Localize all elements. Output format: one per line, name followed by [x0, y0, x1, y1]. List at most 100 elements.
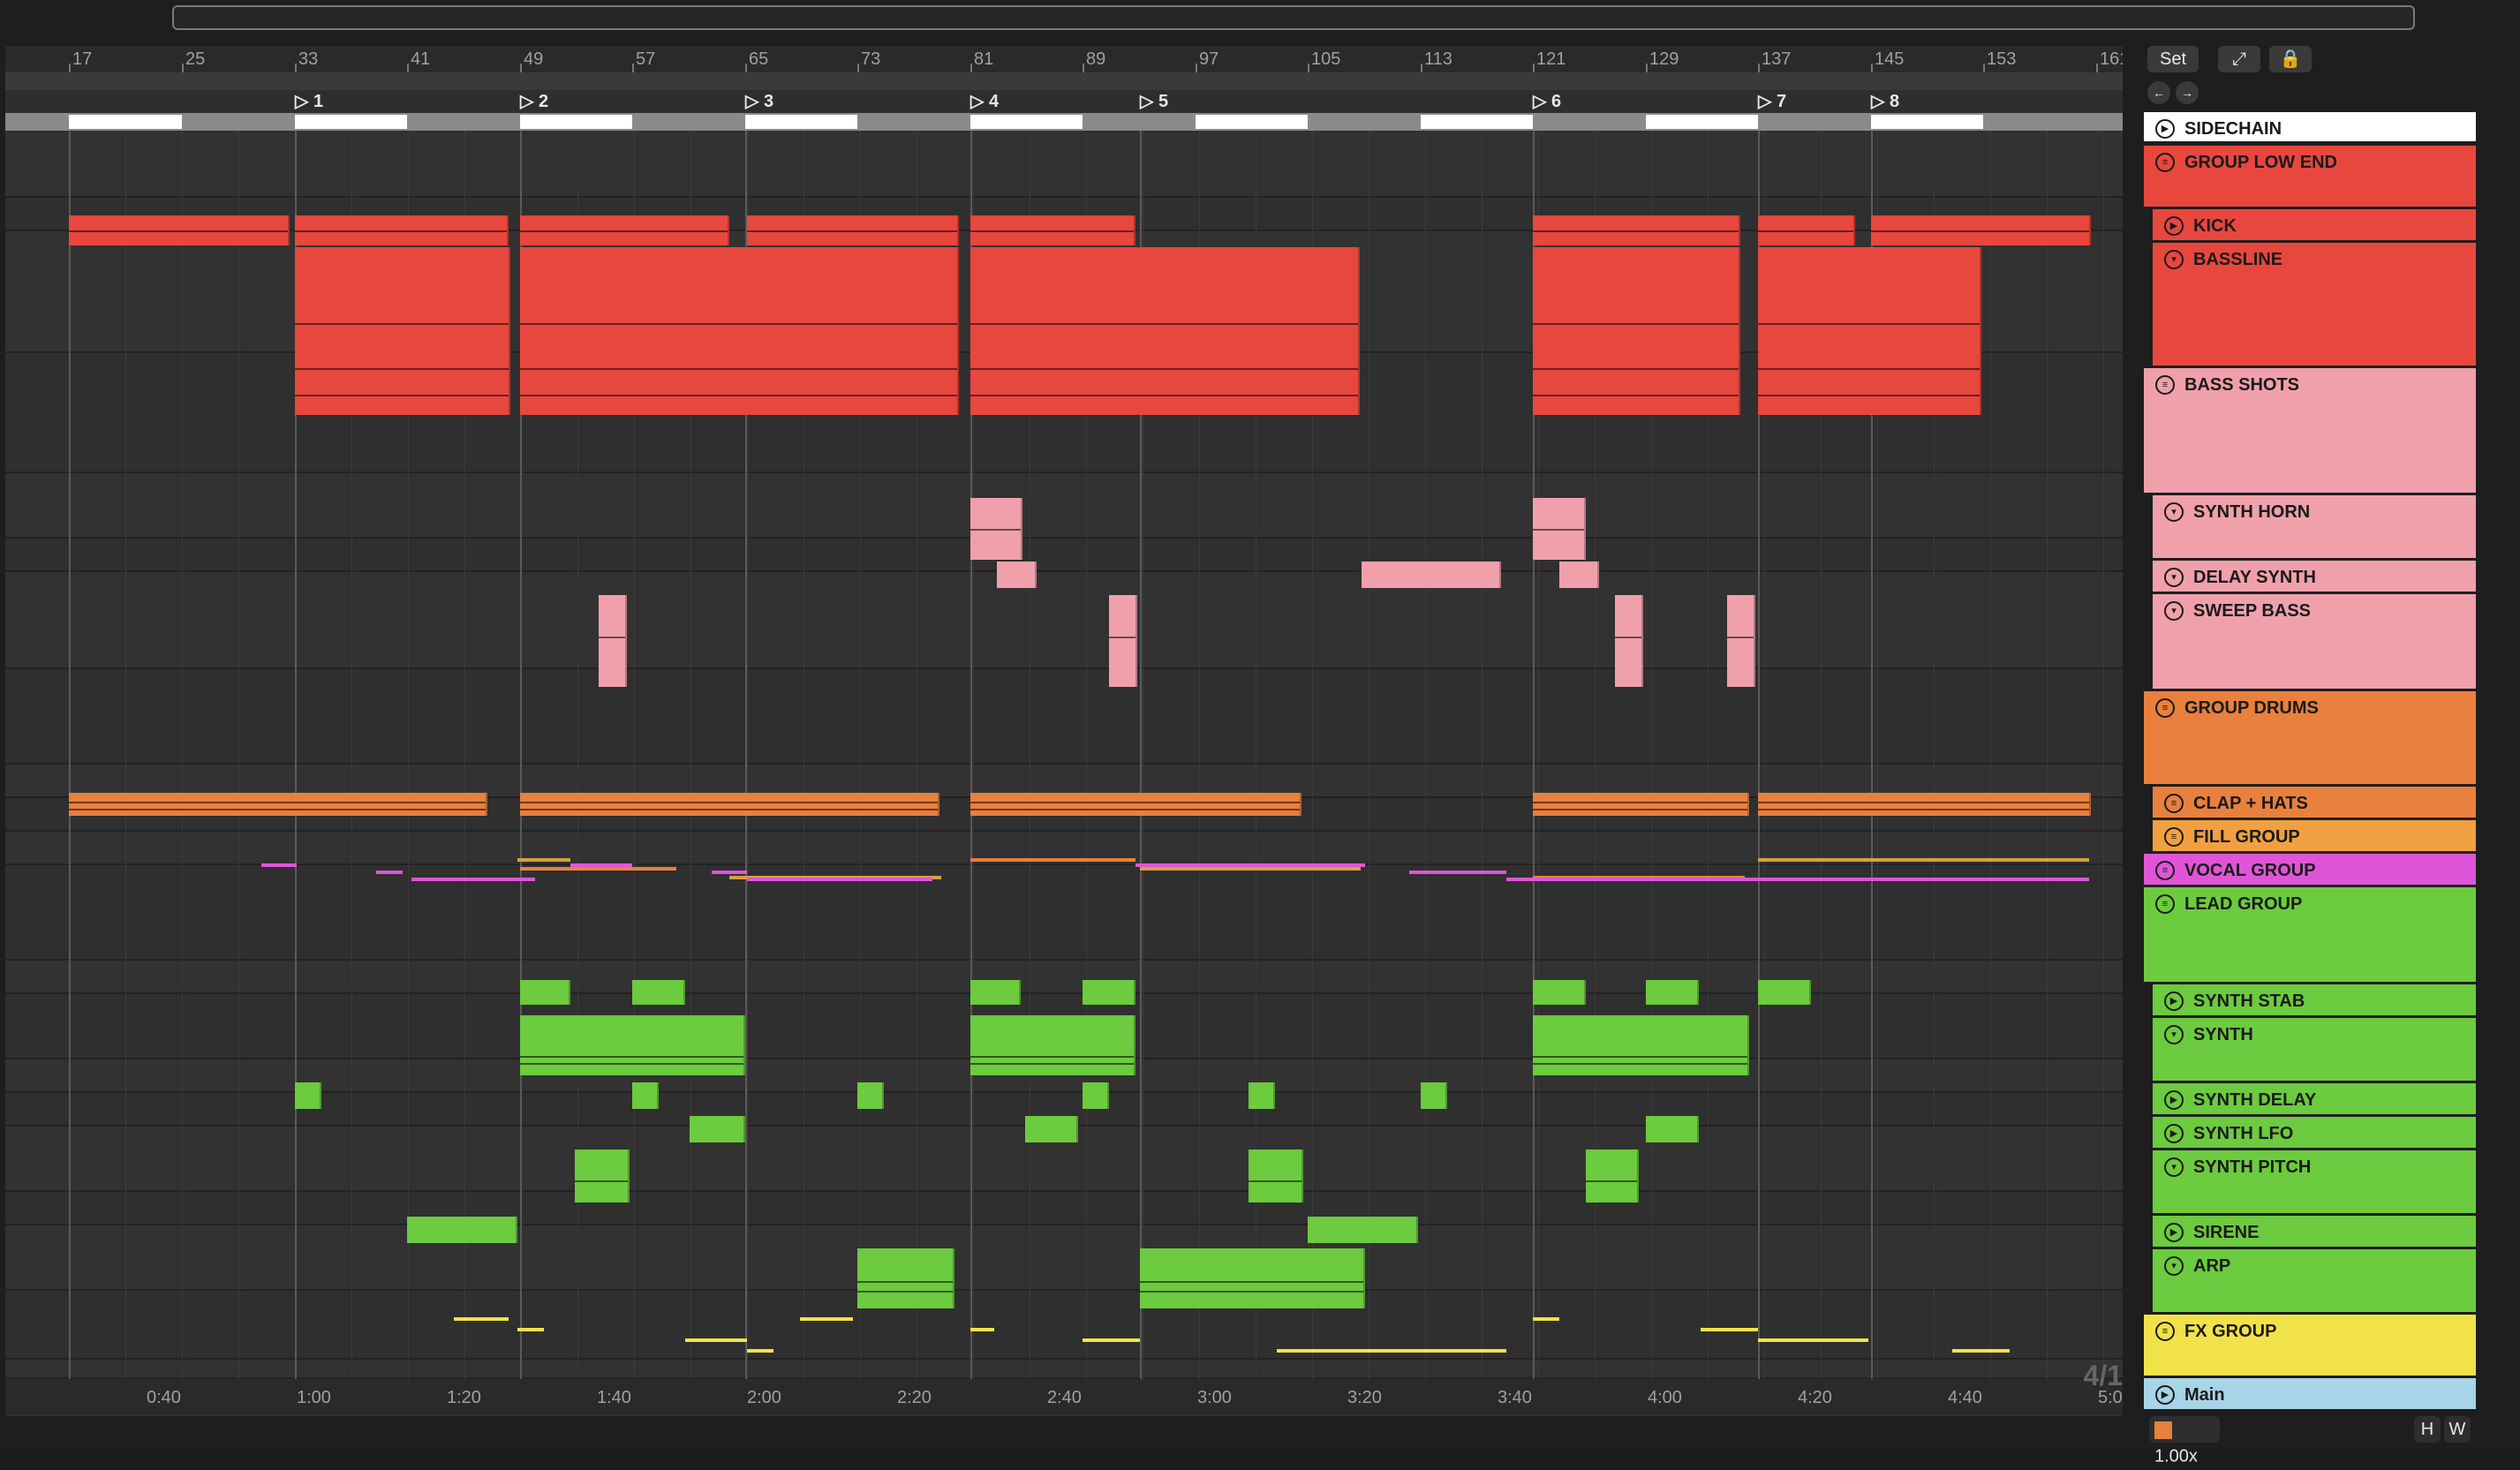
clip[interactable] [1506, 878, 2089, 881]
clip[interactable] [1758, 858, 2089, 862]
clip[interactable] [1758, 1338, 1868, 1342]
clip[interactable] [261, 863, 297, 867]
play-icon[interactable]: ▶ [2155, 119, 2175, 139]
track-header[interactable]: ▶ Main [2144, 1378, 2502, 1412]
track-header[interactable]: ▶ SYNTH LFO [2144, 1117, 2502, 1150]
track-lane[interactable] [5, 1225, 2123, 1291]
clip[interactable] [800, 1317, 853, 1321]
clip[interactable] [1421, 1082, 1447, 1109]
play-icon[interactable]: ▶ [2164, 1223, 2184, 1242]
clip[interactable] [1533, 498, 1586, 560]
chevron-icon[interactable]: ▾ [2164, 502, 2184, 522]
track-lane[interactable] [5, 473, 2123, 539]
clip[interactable] [1533, 793, 1749, 816]
track-header[interactable]: ▶ KICK [2144, 209, 2502, 243]
locator-marker[interactable]: ▷ 1 [295, 90, 323, 112]
track-header[interactable]: ▶ SIDECHAIN [2144, 112, 2502, 144]
group-icon[interactable]: ≡ [2155, 894, 2175, 914]
play-icon[interactable]: ▶ [2164, 991, 2184, 1011]
zoom-display[interactable]: 1.00x [2149, 1416, 2220, 1466]
clip[interactable] [1083, 1338, 1140, 1342]
clip[interactable] [1140, 867, 1361, 871]
track-header[interactable]: ▾ SWEEP BASS [2144, 594, 2502, 691]
clip[interactable] [690, 1116, 745, 1142]
clip[interactable] [970, 858, 1136, 862]
chevron-icon[interactable]: ▾ [2164, 568, 2184, 587]
clip[interactable] [520, 1015, 745, 1075]
group-icon[interactable]: ≡ [2164, 827, 2184, 847]
clip[interactable] [376, 871, 403, 874]
clip[interactable] [1109, 595, 1137, 687]
clip[interactable] [1559, 562, 1599, 588]
chevron-icon[interactable]: ▾ [2164, 601, 2184, 621]
track-header[interactable]: ▶ SYNTH STAB [2144, 984, 2502, 1018]
clip[interactable] [1140, 1248, 1365, 1308]
track-lane[interactable] [5, 1360, 2123, 1379]
clip[interactable] [685, 1338, 747, 1342]
clip[interactable] [1533, 215, 1740, 245]
locator-marker[interactable]: ▷ 6 [1533, 90, 1561, 112]
clip[interactable] [1136, 863, 1365, 867]
track-header[interactable]: ▾ SYNTH HORN [2144, 495, 2502, 561]
clip[interactable] [747, 878, 932, 881]
clip[interactable] [599, 595, 627, 687]
clip[interactable] [411, 878, 535, 881]
clip[interactable] [1249, 1082, 1275, 1109]
arrow-right-icon[interactable]: → [2176, 81, 2199, 104]
group-icon[interactable]: ≡ [2155, 1322, 2175, 1341]
clip[interactable] [747, 1349, 773, 1353]
clip[interactable] [295, 247, 510, 415]
track-header[interactable]: ≡ VOCAL GROUP [2144, 854, 2502, 887]
track-lane[interactable] [5, 572, 2123, 669]
set-button[interactable]: Set [2147, 46, 2199, 72]
clip[interactable] [1533, 1015, 1749, 1075]
track-header[interactable]: ▾ ARP [2144, 1249, 2502, 1315]
clip[interactable] [970, 215, 1136, 245]
clip[interactable] [632, 980, 685, 1005]
locator-marker[interactable]: ▷ 7 [1758, 90, 1786, 112]
clip[interactable] [1871, 215, 2091, 245]
clip[interactable] [295, 215, 509, 245]
clip[interactable] [970, 247, 1360, 415]
track-header[interactable]: ≡ BASS SHOTS [2144, 368, 2502, 495]
track-header[interactable]: ≡ GROUP LOW END [2144, 146, 2502, 209]
chevron-icon[interactable]: ▾ [2164, 1256, 2184, 1276]
clip[interactable] [1952, 1349, 2010, 1353]
clip[interactable] [747, 215, 959, 245]
clip[interactable] [1083, 980, 1136, 1005]
clip[interactable] [1249, 1150, 1303, 1202]
clip[interactable] [575, 1150, 630, 1202]
group-icon[interactable]: ≡ [2164, 794, 2184, 813]
track-header[interactable]: ▶ SIRENE [2144, 1216, 2502, 1249]
locator-marker[interactable]: ▷ 4 [970, 90, 999, 112]
arrow-left-icon[interactable]: ← [2147, 81, 2170, 104]
clip[interactable] [520, 980, 570, 1005]
clip[interactable] [632, 1082, 659, 1109]
clip[interactable] [1758, 793, 2091, 816]
loop-brace[interactable] [5, 72, 2123, 92]
clip[interactable] [517, 858, 570, 862]
clip[interactable] [520, 215, 729, 245]
locator-marker[interactable]: ▷ 5 [1140, 90, 1168, 112]
track-lane[interactable] [5, 1192, 2123, 1225]
chevron-icon[interactable]: ▾ [2164, 250, 2184, 269]
clip[interactable] [454, 1317, 509, 1321]
clip[interactable] [1646, 1116, 1699, 1142]
play-icon[interactable]: ▶ [2155, 1385, 2175, 1405]
clip[interactable] [1362, 562, 1501, 588]
clip[interactable] [1615, 595, 1643, 687]
expand-icon[interactable]: ⤢ [2218, 46, 2260, 72]
track-lane[interactable] [5, 131, 2123, 198]
track-lane[interactable] [5, 539, 2123, 572]
clip[interactable] [1533, 980, 1586, 1005]
track-lane[interactable] [5, 669, 2123, 765]
clip[interactable] [520, 793, 939, 816]
clip[interactable] [1308, 1217, 1418, 1243]
clip[interactable] [1701, 1328, 1758, 1331]
clip[interactable] [1586, 1150, 1639, 1202]
group-icon[interactable]: ≡ [2155, 861, 2175, 880]
locator-row[interactable]: ▷ 1 ▷ 2 ▷ 3 ▷ 4 ▷ 5 ▷ 6 ▷ 7 ▷ 8 [5, 90, 2123, 111]
track-header[interactable]: ≡ GROUP DRUMS [2144, 691, 2502, 787]
clip[interactable] [570, 863, 632, 867]
track-header[interactable]: ▾ BASSLINE [2144, 243, 2502, 368]
